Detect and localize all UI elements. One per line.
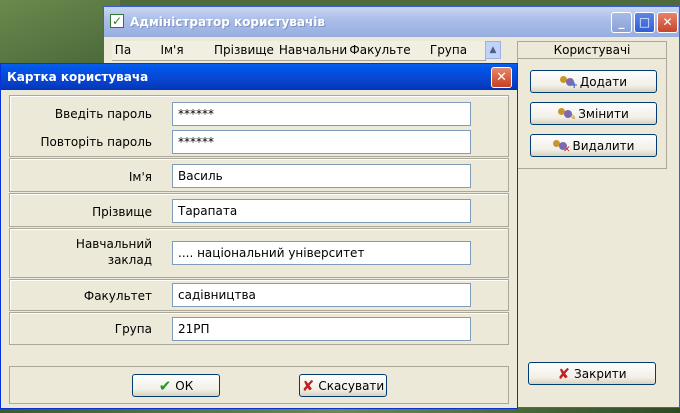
cross-icon: ✘: [557, 364, 571, 383]
cancel-label: Скасувати: [318, 378, 385, 393]
institution-field[interactable]: .... національний університет: [172, 241, 471, 265]
minimize-button[interactable]: _: [611, 12, 632, 33]
close-admin-label: Закрити: [574, 366, 627, 381]
first-name-label: Ім'я: [128, 170, 152, 184]
institution-label-line1: Навчальний: [75, 237, 152, 251]
dialog-title: Картка користувача: [7, 70, 149, 84]
users-panel: Користувачі + Додати ✎ Змінити ✕ Видалит…: [517, 41, 667, 169]
study-group-label: Група: [114, 322, 152, 336]
cross-icon: ✘: [301, 376, 315, 395]
column-header[interactable]: Факульте: [348, 41, 413, 61]
dialog-close-button[interactable]: ✕: [491, 67, 512, 88]
close-window-button[interactable]: ✕: [657, 12, 678, 33]
column-header[interactable]: Ім'я: [134, 41, 211, 61]
faculty-field[interactable]: садівництва: [172, 283, 471, 307]
edit-user-icon: ✎: [558, 107, 576, 122]
password-group: Введіть пароль ****** Повторіть пароль *…: [9, 95, 509, 157]
users-grid-header: Па Ім'я Прізвище Навчальни Факульте Груп…: [112, 41, 502, 61]
edit-user-button[interactable]: ✎ Змінити: [530, 102, 657, 125]
ok-label: ОК: [175, 378, 194, 393]
cancel-button[interactable]: ✘ Скасувати: [299, 374, 387, 397]
delete-user-icon: ✕: [552, 139, 571, 154]
first-name-group: Ім'я Василь: [9, 158, 509, 192]
last-name-field[interactable]: Тарапата: [172, 199, 471, 223]
delete-user-label: Видалити: [572, 138, 635, 153]
faculty-label: Факультет: [83, 289, 152, 303]
study-group-group: Група 21РП: [9, 312, 509, 345]
dialog-buttons-panel: ✔ ОК ✘ Скасувати: [9, 366, 509, 404]
password-label: Введіть пароль: [54, 107, 152, 121]
add-user-icon: +: [559, 75, 578, 90]
first-name-field[interactable]: Василь: [172, 164, 471, 188]
last-name-group: Прізвище Тарапата: [9, 193, 509, 227]
study-group-field[interactable]: 21РП: [172, 317, 471, 341]
column-header[interactable]: Навчальни: [278, 41, 349, 61]
column-header[interactable]: Па: [112, 41, 135, 61]
institution-label-line2: заклад: [107, 253, 152, 267]
users-panel-title: Користувачі: [518, 42, 666, 59]
admin-window-title: Адміністратор користувачів: [130, 15, 325, 29]
institution-group: Навчальний заклад .... національний унів…: [9, 228, 509, 278]
admin-window-title-bar[interactable]: ✓ Адміністратор користувачів _ □ ✕: [104, 7, 679, 37]
faculty-group: Факультет садівництва: [9, 279, 509, 311]
user-card-dialog: Картка користувача ✕ Введіть пароль ****…: [0, 63, 518, 409]
last-name-label: Прізвище: [92, 205, 152, 219]
repeat-password-field[interactable]: ******: [172, 130, 471, 154]
dialog-title-bar[interactable]: Картка користувача ✕: [1, 64, 517, 90]
maximize-button[interactable]: □: [634, 12, 655, 33]
repeat-password-label: Повторіть пароль: [40, 135, 153, 149]
app-check-icon: ✓: [110, 14, 124, 28]
add-user-label: Додати: [579, 74, 628, 89]
check-icon: ✔: [158, 376, 172, 395]
password-field[interactable]: ******: [172, 102, 471, 126]
edit-user-label: Змінити: [578, 106, 629, 121]
ok-button[interactable]: ✔ ОК: [132, 374, 220, 397]
close-admin-button[interactable]: ✘ Закрити: [528, 362, 656, 385]
column-header[interactable]: Група: [412, 41, 486, 61]
scroll-up-button[interactable]: ▲: [485, 41, 501, 59]
add-user-button[interactable]: + Додати: [530, 70, 657, 93]
delete-user-button[interactable]: ✕ Видалити: [530, 134, 657, 157]
column-header[interactable]: Прізвище: [210, 41, 279, 61]
